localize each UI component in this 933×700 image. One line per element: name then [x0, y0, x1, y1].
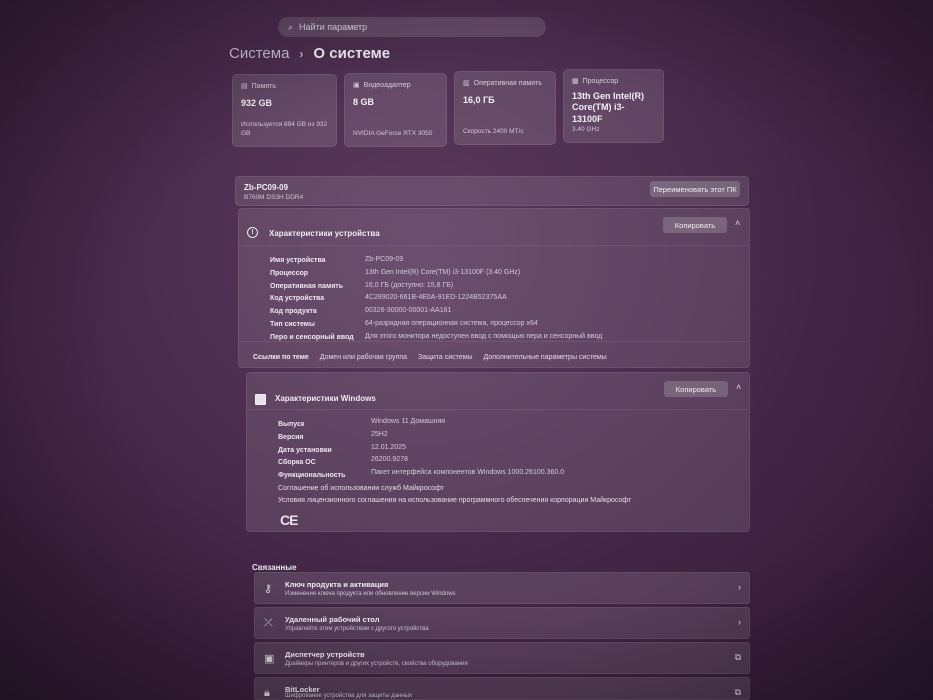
tile-label: Видеоадаптер: [363, 81, 411, 89]
spec-value: 16,0 ГБ (доступно: 15,8 ГБ): [365, 281, 454, 289]
search-icon: ⌕: [288, 21, 294, 32]
cpu-tile[interactable]: ▦ Процессор 13th Gen Intel(R) Core(TM) i3…: [563, 69, 664, 143]
related-item-title: Удаленный рабочий стол: [285, 615, 380, 624]
tile-label: Оперативная память: [473, 79, 542, 87]
chevron-right-icon: ›: [738, 617, 741, 627]
related-item-title: Диспетчер устройств: [285, 650, 365, 659]
device-specs-title: Характеристики устройства: [269, 229, 380, 238]
tile-sub: 3.40 GHz: [572, 125, 600, 133]
search-input[interactable]: ⌕ Найти параметр: [278, 17, 546, 37]
ram-icon: ▥: [463, 80, 470, 87]
tile-sub: Скорость 2400 МТ/с: [463, 127, 524, 135]
tile-label: Память: [251, 82, 277, 90]
chevron-up-icon[interactable]: ˄: [736, 382, 741, 392]
tile-value: 13th Gen Intel(R) Core(TM) i3-13100F: [572, 91, 645, 124]
license-terms-link[interactable]: Условия лицензионного соглашения на испо…: [278, 497, 631, 504]
storage-tile[interactable]: ▤ Память 932 GB Используется 894 GB из 93…: [232, 74, 337, 147]
gpu-icon: ▣: [353, 82, 360, 89]
spec-value: Zb-PC09-09: [365, 256, 404, 263]
link-advanced-system-settings[interactable]: Дополнительные параметры системы: [484, 354, 607, 361]
spec-value: 64-разрядная операционная система, проце…: [365, 319, 538, 327]
breadcrumb-root[interactable]: Система: [229, 45, 289, 62]
related-item-desc: Управляйте этим устройством с другого ус…: [285, 626, 429, 632]
breadcrumb: Система › О системе: [229, 45, 390, 62]
device-keys: Имя устройства Процессор Оперативная пам…: [270, 255, 380, 345]
related-item-product-key[interactable]: ⚷ Ключ продукта и активация Изменение кл…: [254, 572, 750, 604]
ram-tile[interactable]: ▥ Оперативная память 16,0 ГБ Скорость 240…: [454, 71, 556, 145]
copy-device-specs-button[interactable]: Копировать: [663, 217, 727, 233]
spec-key: Код устройства: [270, 295, 325, 303]
key-icon: ⚷: [264, 583, 273, 595]
external-link-icon: ⧉: [734, 687, 741, 697]
related-links: Ссылки по теме Домен или рабочая группа …: [253, 354, 607, 361]
related-links-label: Ссылки по теме: [253, 354, 309, 361]
spec-value: 12.01.2025: [371, 443, 407, 451]
spec-key: Тип системы: [270, 320, 315, 328]
spec-key: Имя устройства: [270, 257, 326, 264]
spec-value: 4C289020-661B-4E0A-91ED-1224B52375AA: [365, 294, 507, 302]
rename-pc-button[interactable]: Переименовать этот ПК: [650, 181, 740, 197]
spec-value: Windows 11 Домашняя: [371, 418, 446, 425]
spec-key: Код продукта: [270, 308, 317, 316]
breadcrumb-separator: ›: [299, 46, 304, 61]
copy-windows-specs-button[interactable]: Копировать: [664, 381, 728, 397]
chevron-up-icon[interactable]: ˄: [735, 218, 740, 228]
related-section-title: Связанные: [252, 563, 297, 572]
related-item-bitlocker[interactable]: 🔒︎ BitLocker Шифрование устройства для з…: [254, 677, 750, 700]
related-item-desc: Шифрование устройства для защиты данных: [285, 693, 412, 699]
spec-key: Процессор: [270, 269, 309, 277]
tile-label: Процессор: [582, 77, 619, 85]
spec-value: 00326-30000-00001-AA161: [365, 307, 452, 315]
related-item-desc: Драйверы принтеров и других устройств, с…: [285, 661, 468, 667]
spec-value: 13th Gen Intel(R) Core(TM) i3-13100F (3.…: [365, 268, 521, 276]
related-item-remote-desktop[interactable]: ⤫ Удаленный рабочий стол Управляйте этим…: [254, 607, 750, 639]
device-manager-icon: ▣: [264, 653, 275, 665]
spec-key: Оперативная память: [270, 282, 344, 290]
windows-values: Windows 11 Домашняя 25H2 12.01.2025 2620…: [371, 416, 731, 480]
chevron-right-icon: ›: [738, 582, 741, 592]
pc-board: B760M DS3H DDR4: [244, 194, 304, 201]
device-specs-card: ! Характеристики устройства Копировать ˄…: [238, 208, 750, 368]
related-item-title: Ключ продукта и активация: [285, 580, 389, 589]
ce-mark: CE: [280, 512, 298, 528]
storage-icon: ▤: [241, 83, 248, 90]
tile-value: 16,0 ГБ: [463, 95, 495, 105]
related-item-device-manager[interactable]: ▣ Диспетчер устройств Драйверы принтеров…: [254, 642, 750, 674]
settings-window: ⌕ Найти параметр Система › О системе ▤ Па…: [0, 0, 933, 700]
windows-specs-title: Характеристики Windows: [275, 394, 376, 403]
tile-value: 8 GB: [353, 97, 375, 107]
search-placeholder: Найти параметр: [299, 22, 368, 32]
tile-sub: Используется 894 GB из 932 GB: [241, 121, 328, 137]
services-agreement-link[interactable]: Соглашение об использовании служб Майкро…: [278, 485, 444, 492]
page-title: О системе: [313, 45, 391, 62]
pc-name: Zb-PC09-09: [244, 183, 289, 192]
external-link-icon: ⧉: [734, 652, 741, 662]
lock-icon: 🔒︎: [264, 687, 270, 699]
windows-logo-icon: [255, 394, 266, 405]
device-values: Zb-PC09-09 13th Gen Intel(R) Core(TM) i3…: [365, 254, 745, 344]
windows-specs-card: Характеристики Windows Копировать ˄ Выпу…: [246, 372, 750, 532]
related-item-desc: Изменение ключа продукта или обновление …: [285, 591, 456, 597]
link-domain-workgroup[interactable]: Домен или рабочая группа: [320, 354, 407, 361]
divider: [239, 245, 749, 246]
tile-sub: NVIDIA GeForce RTX 3050: [353, 129, 433, 137]
remote-desktop-icon: ⤫: [264, 617, 273, 629]
tile-value: 932 GB: [241, 98, 273, 108]
divider: [239, 341, 749, 342]
spec-value: 26200.9278: [371, 456, 408, 464]
spec-value: 25H2: [371, 430, 388, 438]
cpu-icon: ▦: [572, 78, 579, 85]
gpu-tile[interactable]: ▣ Видеоадаптер 8 GB NVIDIA GeForce RTX 30…: [344, 73, 447, 147]
info-icon: !: [247, 227, 258, 238]
pc-name-card: Zb-PC09-09 B760M DS3H DDR4 Переименовать…: [235, 176, 749, 206]
divider: [247, 409, 749, 410]
link-system-protection[interactable]: Защита системы: [418, 354, 473, 361]
spec-key: Перо и сенсорный ввод: [270, 333, 354, 341]
spec-value: Пакет интерфейса компонентов Windows 100…: [371, 469, 565, 477]
